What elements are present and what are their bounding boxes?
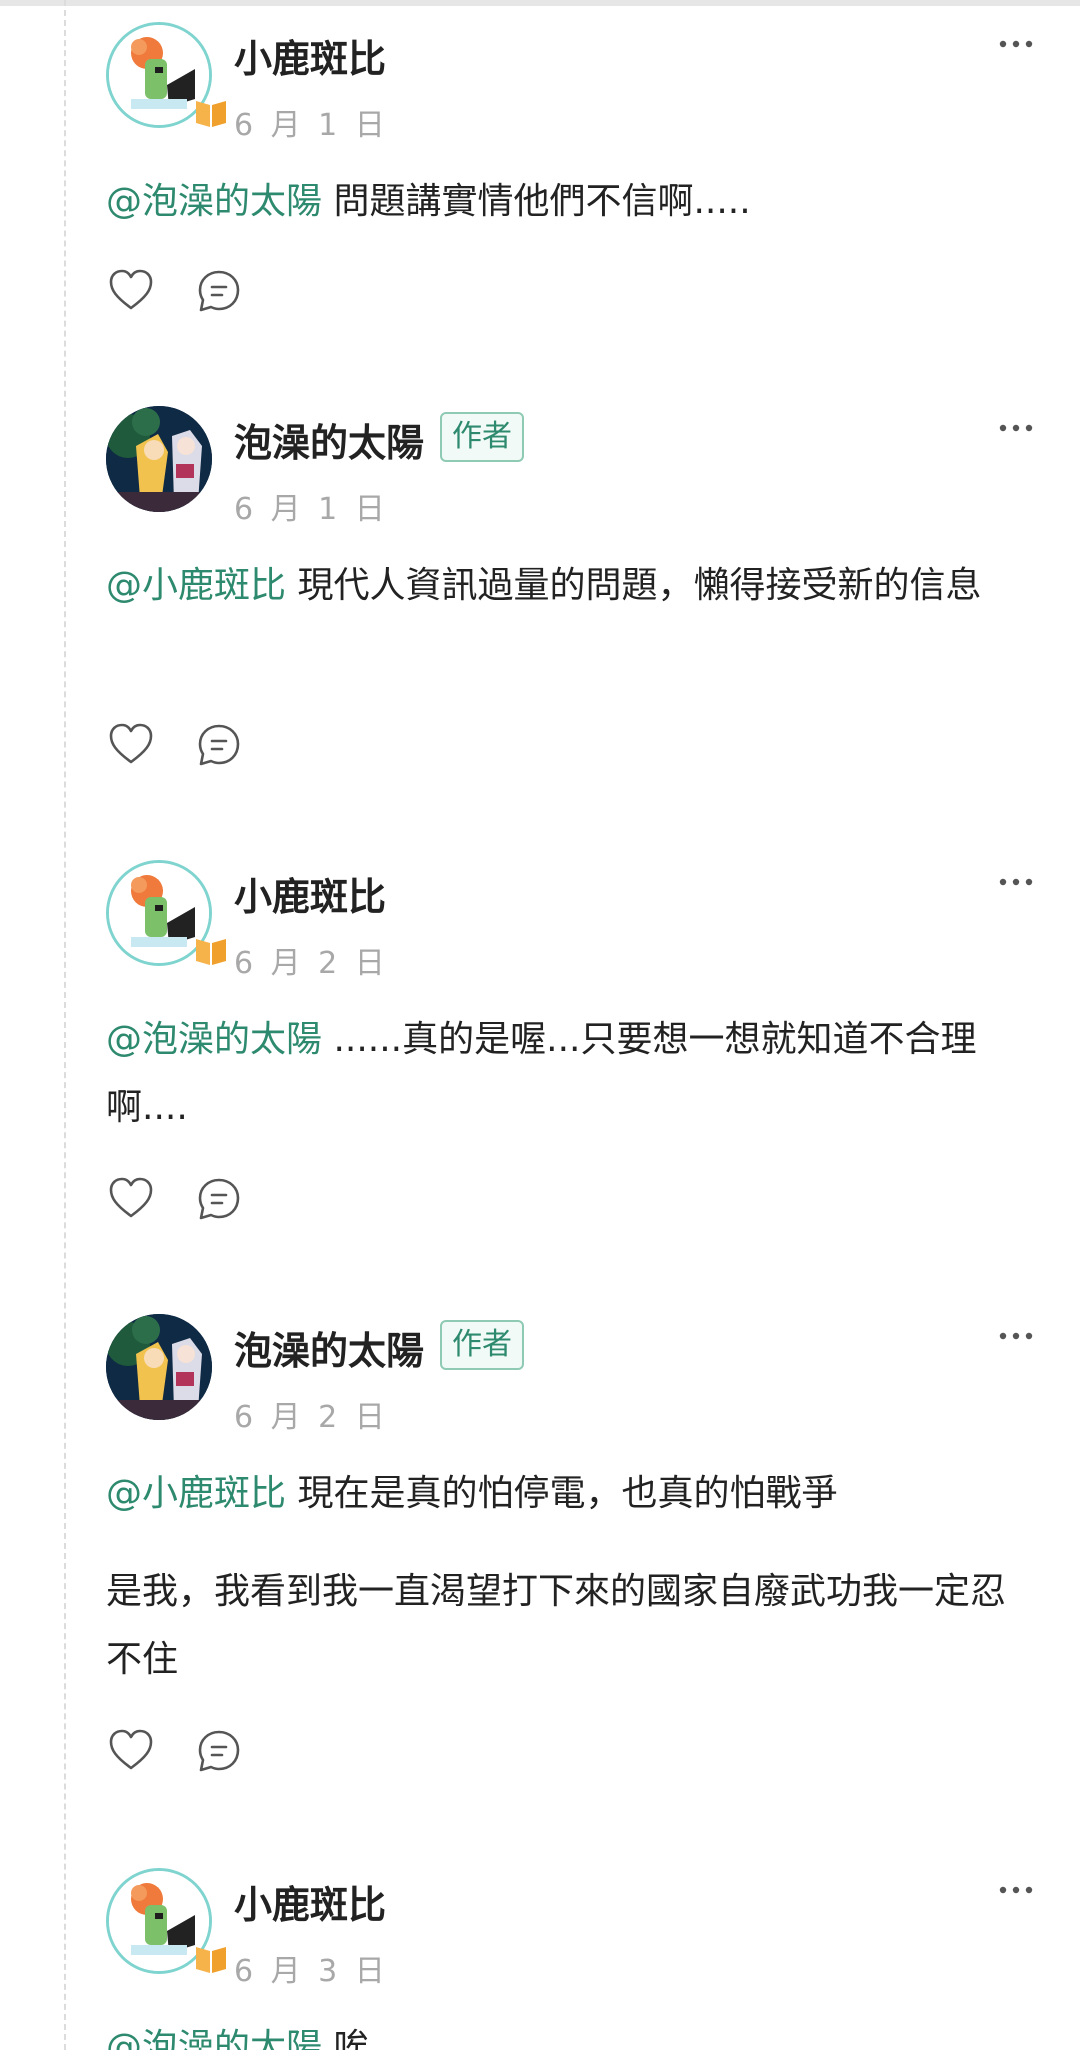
username[interactable]: 小鹿斑比 (234, 866, 386, 921)
comment-bubble-icon[interactable] (194, 1726, 244, 1776)
more-horizontal-icon (999, 1332, 1033, 1340)
comment-bubble-icon[interactable] (194, 266, 244, 316)
comment-paragraph: @泡澡的太陽 問題講實情他們不信啊..... (106, 168, 1036, 236)
avatar-sun-image (106, 1314, 212, 1420)
author-badge: 作者 (440, 1320, 524, 1370)
avatar[interactable] (106, 1314, 212, 1420)
comment-text: 現代人資訊過量的問題，懶得接受新的信息 (286, 565, 982, 606)
comment-paragraph: @小鹿斑比 現在是真的怕停電，也真的怕戰爭 (106, 1460, 1036, 1528)
mention-link[interactable]: @泡澡的太陽 (106, 1019, 322, 1060)
top-divider (0, 0, 1080, 6)
comment-text: 是我，我看到我一直渴望打下來的國家自廢武功我一定忍不住 (106, 1571, 1007, 1680)
heart-outline-icon[interactable] (106, 1174, 156, 1224)
more-options-button[interactable] (994, 860, 1038, 900)
more-options-button[interactable] (994, 1868, 1038, 1908)
comment-actions (106, 720, 306, 770)
heart-outline-icon[interactable] (106, 720, 156, 770)
more-options-button[interactable] (994, 1314, 1038, 1354)
username[interactable]: 小鹿斑比 (234, 28, 386, 83)
heart-outline-icon[interactable] (106, 266, 156, 316)
book-badge-icon (196, 101, 226, 127)
heart-outline-icon[interactable] (106, 1726, 156, 1776)
more-options-button[interactable] (994, 22, 1038, 62)
more-horizontal-icon (999, 1886, 1033, 1894)
more-horizontal-icon (999, 424, 1033, 432)
comment-text: 唉 (322, 2027, 370, 2050)
comment-text: 現在是真的怕停電，也真的怕戰爭 (286, 1473, 838, 1514)
comment-paragraph: @泡澡的太陽 ......真的是喔...只要想一想就知道不合理啊.... (106, 1006, 1036, 1142)
comment-actions (106, 1174, 306, 1224)
mention-link[interactable]: @泡澡的太陽 (106, 181, 322, 222)
comment-body: @小鹿斑比 現在是真的怕停電，也真的怕戰爭 是我，我看到我一直渴望打下來的國家自… (106, 1460, 1036, 1694)
comment-actions (106, 1726, 306, 1776)
comment-actions (106, 266, 306, 316)
comment-bubble-icon[interactable] (194, 720, 244, 770)
book-badge-icon (196, 939, 226, 965)
comment-paragraph: @小鹿斑比 現代人資訊過量的問題，懶得接受新的信息 (106, 552, 1036, 620)
comment-body: @泡澡的太陽 唉 (106, 2014, 1036, 2050)
comment-date: 6 月 2 日 (234, 946, 389, 981)
book-badge-icon (196, 1947, 226, 1973)
username[interactable]: 泡澡的太陽 (234, 412, 424, 467)
thread-connector-line (64, 0, 66, 2050)
more-horizontal-icon (999, 40, 1033, 48)
comment-paragraph: @泡澡的太陽 唉 (106, 2014, 1036, 2050)
more-horizontal-icon (999, 878, 1033, 886)
comment-paragraph: 是我，我看到我一直渴望打下來的國家自廢武功我一定忍不住 (106, 1558, 1036, 1694)
username[interactable]: 小鹿斑比 (234, 1874, 386, 1929)
comment-date: 6 月 1 日 (234, 492, 389, 527)
comment-date: 6 月 3 日 (234, 1954, 389, 1989)
comment-bubble-icon[interactable] (194, 1174, 244, 1224)
author-badge: 作者 (440, 412, 524, 462)
mention-link[interactable]: @小鹿斑比 (106, 565, 286, 606)
mention-link[interactable]: @小鹿斑比 (106, 1473, 286, 1514)
username[interactable]: 泡澡的太陽 (234, 1320, 424, 1375)
comment-body: @小鹿斑比 現代人資訊過量的問題，懶得接受新的信息 (106, 552, 1036, 620)
comment-date: 6 月 2 日 (234, 1400, 389, 1435)
avatar[interactable] (106, 406, 212, 512)
mention-link[interactable]: @泡澡的太陽 (106, 2027, 322, 2050)
comment-thread-page: 小鹿斑比 6 月 1 日 @泡澡的太陽 問題講實情他們不信啊..... 泡澡的太… (0, 0, 1080, 2050)
comment-date: 6 月 1 日 (234, 108, 389, 143)
comment-text: 問題講實情他們不信啊..... (322, 181, 751, 222)
avatar-sun-image (106, 406, 212, 512)
comment-body: @泡澡的太陽 問題講實情他們不信啊..... (106, 168, 1036, 236)
comment-body: @泡澡的太陽 ......真的是喔...只要想一想就知道不合理啊.... (106, 1006, 1036, 1142)
more-options-button[interactable] (994, 406, 1038, 446)
